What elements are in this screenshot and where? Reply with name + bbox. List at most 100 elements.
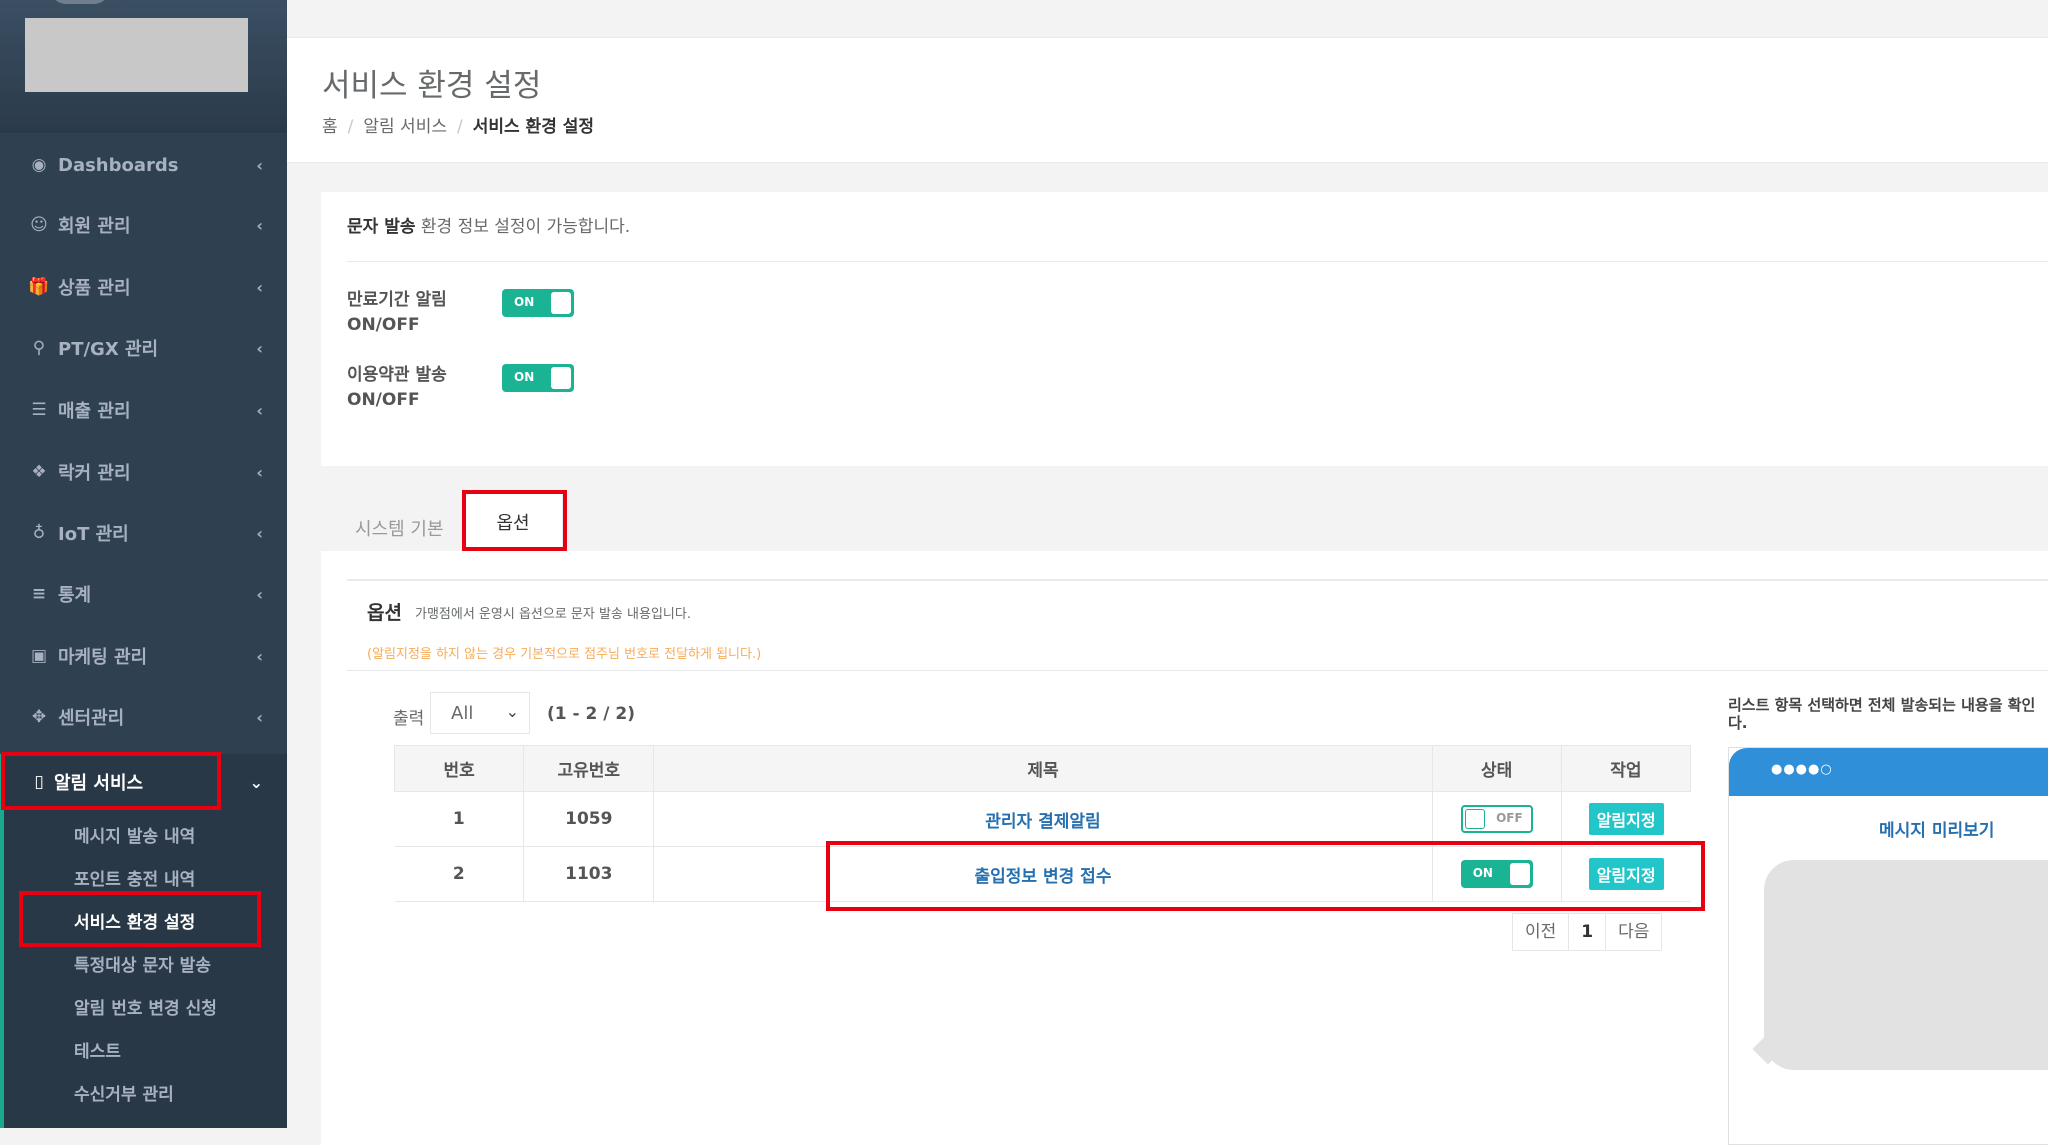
nav-label: 센터관리 [58,708,125,729]
alarm-submenu: 메시지 발송 내역 포인트 충전 내역 서비스 환경 설정 특정대상 문자 발송… [0,810,287,1128]
top-navbar [287,0,2048,38]
col-header-status[interactable]: 상태 [1431,745,1562,792]
chevron-down-icon: ⌄ [505,702,519,721]
nav-center[interactable]: ✥ 센터관리 ‹ [0,692,287,742]
cell-action: 알림지정 [1561,791,1691,847]
nav-member[interactable]: ☺ 회원 관리 ‹ [0,200,287,250]
toggle-knob [551,367,571,389]
submenu-service-settings[interactable]: 서비스 환경 설정 [74,908,195,933]
nav-marketing[interactable]: ▣ 마케팅 관리 ‹ [0,631,287,681]
row-title-link[interactable]: 관리자 결제알림 [985,812,1100,832]
nav-iot[interactable]: ♁ IoT 관리 ‹ [0,508,287,558]
bicycle-icon: ⚲ [32,338,46,358]
nav-label: 상품 관리 [58,278,131,299]
mobile-icon: ▯ [34,772,44,792]
sms-settings-panel: 문자 발송 환경 정보 설정이 가능합니다. 만료기간 알림 ON/OFF ON… [321,192,2048,466]
page-bottom-strip [0,1128,287,1145]
status-toggle[interactable]: OFF [1460,805,1533,833]
chevron-left-icon: ‹ [256,400,263,420]
nav-label: 마케팅 관리 [58,647,148,668]
phone-status-bar: ●●●●○ [1729,748,2048,796]
toggle-state: ON [514,295,535,309]
chevron-left-icon: ‹ [256,584,263,604]
assign-alarm-button[interactable]: 알림지정 [1588,803,1664,835]
nav-product[interactable]: 🎁 상품 관리 ‹ [0,262,287,312]
options-warning: (알림지정을 하지 않는 경우 기본적으로 점주님 번호로 전달하게 됩니다.) [367,647,762,662]
message-preview-phone: ●●●●○ 메시지 미리보기 [1728,747,2048,1145]
settings-description: 문자 발송 환경 정보 설정이 가능합니다. [347,212,630,237]
nav-label: PT/GX 관리 [58,339,159,360]
profile-avatar[interactable] [50,0,110,4]
toggle-knob [551,292,571,314]
list-icon: ☰ [31,400,47,420]
pagination: 이전 1 다음 [1512,913,1663,951]
expiry-alarm-toggle[interactable]: ON [502,289,574,317]
col-header-action[interactable]: 작업 [1560,745,1692,792]
breadcrumb-alarm-service[interactable]: 알림 서비스 [363,117,447,137]
arrows-icon: ✥ [31,707,47,727]
nav-ptgx[interactable]: ⚲ PT/GX 관리 ‹ [0,323,287,373]
submenu-target-sms[interactable]: 특정대상 문자 발송 [74,951,211,976]
nav-label: Dashboards [58,154,179,176]
status-toggle[interactable]: ON [1460,860,1533,888]
chevron-left-icon: ‹ [256,462,263,482]
nav-dashboards[interactable]: ◉ Dashboards ‹ [0,140,287,190]
toggle-knob [1509,863,1530,885]
tab-system-basic[interactable]: 시스템 기본 [355,515,444,541]
table-row[interactable]: 1 1059 관리자 결제알림 OFF 알림지정 [394,791,1691,847]
table-row[interactable]: 2 1103 출입정보 변경 접수 ON 알림지정 [394,846,1691,902]
breadcrumb-home[interactable]: 홈 [322,117,338,137]
chevron-down-icon: ⌄ [249,772,263,792]
chevron-left-icon: ‹ [256,707,263,727]
submenu-reject-manage[interactable]: 수신거부 관리 [74,1080,174,1105]
tab-options[interactable]: 옵션 [463,493,563,551]
page-title: 서비스 환경 설정 [322,68,542,104]
nav-label: 알림 서비스 [54,773,144,794]
cell-status: ON [1432,846,1562,902]
nav-stats[interactable]: ≡ 통계 ‹ [0,569,287,619]
logo-placeholder [25,18,248,92]
table-header-row: 번호 고유번호 제목 상태 작업 [393,745,1692,792]
output-select[interactable]: All ⌄ [430,692,530,734]
database-icon: ≡ [31,584,47,604]
nav-label: IoT 관리 [58,524,129,545]
pager-page[interactable]: 1 [1569,914,1607,950]
pager-next[interactable]: 다음 [1606,914,1661,950]
nav-locker[interactable]: ❖ 락커 관리 ‹ [0,447,287,497]
toggle-state: ON [1472,866,1493,880]
toggle-knob [1464,809,1485,829]
cell-uid: 1103 [523,846,655,902]
options-table: 번호 고유번호 제목 상태 작업 1 1059 관리자 결제알림 OFF 알림지… [393,745,1692,902]
breadcrumb: 홈 / 알림 서비스 / 서비스 환경 설정 [322,112,594,137]
options-description: 가맹점에서 운영시 옵션으로 문자 발송 내용입니다. [415,607,691,622]
nav-sales[interactable]: ☰ 매출 관리 ‹ [0,385,287,435]
breadcrumb-separator: / [456,117,463,137]
submenu-point-history[interactable]: 포인트 충전 내역 [74,865,195,890]
signal-icon: ●●●●○ [1771,762,1833,777]
assign-alarm-button[interactable]: 알림지정 [1588,858,1664,890]
submenu-test[interactable]: 테스트 [74,1037,121,1062]
row-title-link[interactable]: 출입정보 변경 접수 [975,867,1112,887]
cell-status: OFF [1432,791,1562,847]
toggle-state: OFF [1496,811,1523,825]
cell-title: 출입정보 변경 접수 [653,846,1433,902]
cell-no: 2 [394,846,525,902]
terms-send-toggle[interactable]: ON [502,364,574,392]
switch-label-line2: ON/OFF [347,390,420,410]
col-header-no[interactable]: 번호 [393,745,525,792]
lightbulb-icon: ♁ [32,523,46,543]
nav-label: 통계 [58,585,92,606]
result-range: (1 - 2 / 2) [547,704,635,724]
settings-desc-bold: 문자 발송 [347,217,416,237]
col-header-title[interactable]: 제목 [653,745,1433,792]
switch-label-line1: 이용약관 발송 [347,365,447,385]
nav-alarm-service[interactable]: ▯ 알림 서비스 ⌄ [0,754,287,810]
nav-label: 락커 관리 [58,463,131,484]
submenu-message-history[interactable]: 메시지 발송 내역 [74,822,195,847]
cubes-icon: ❖ [31,462,47,482]
col-header-uid[interactable]: 고유번호 [523,745,655,792]
options-title: 옵션 [367,602,402,624]
breadcrumb-current: 서비스 환경 설정 [472,117,595,137]
submenu-number-change[interactable]: 알림 번호 변경 신청 [74,994,217,1019]
pager-prev[interactable]: 이전 [1513,914,1570,950]
